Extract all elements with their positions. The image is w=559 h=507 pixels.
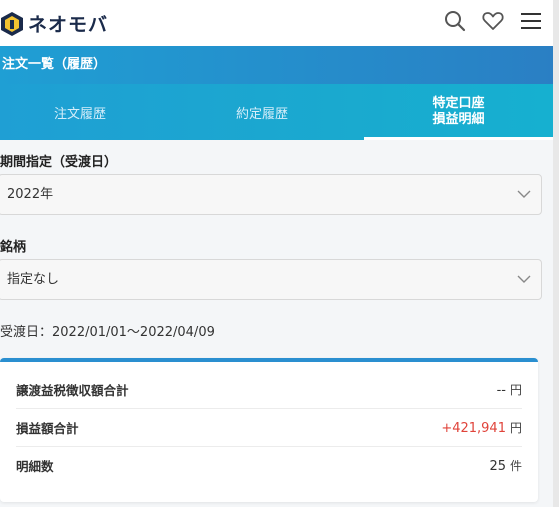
- tab-specific-account-pl[interactable]: 特定口座 損益明細: [364, 84, 553, 140]
- tab-label: 注文履歴: [53, 106, 106, 122]
- chevron-down-icon: [517, 190, 531, 198]
- period-value: 2022年: [7, 187, 54, 202]
- tab-order-history[interactable]: 注文履歴: [0, 84, 160, 140]
- top-bar: ネオモバ: [0, 0, 553, 47]
- tab-label-line2: 損益明細: [432, 112, 485, 127]
- chevron-down-icon: [517, 275, 531, 283]
- menu-icon[interactable]: [519, 9, 543, 33]
- summary-row-pl: 損益額合計 +421,941 円: [16, 408, 522, 447]
- summary-value: --: [496, 382, 506, 398]
- summary-label: 譲渡益税徴収額合計: [16, 382, 129, 398]
- summary-label: 損益額合計: [16, 420, 79, 436]
- tab-execution-history[interactable]: 約定履歴: [160, 84, 364, 140]
- search-icon[interactable]: [443, 9, 467, 33]
- tab-label: 約定履歴: [235, 106, 288, 122]
- logo-text: ネオモバ: [28, 14, 109, 36]
- period-label: 期間指定（受渡日）: [0, 155, 118, 170]
- summary-card: 譲渡益税徴収額合計 -- 円 損益額合計 +421,941 円 明細数 25 件: [0, 358, 538, 502]
- summary-unit: 円: [509, 382, 522, 397]
- summary-value: 25: [489, 458, 506, 474]
- period-select[interactable]: 2022年: [0, 174, 542, 215]
- date-range-text: 受渡日：2022/01/01〜2022/04/09: [0, 325, 215, 340]
- summary-unit: 件: [509, 458, 522, 473]
- summary-row-count: 明細数 25 件: [16, 446, 522, 484]
- summary-row-tax: 譲渡益税徴収額合計 -- 円: [16, 370, 522, 409]
- scrollbar[interactable]: [553, 0, 559, 507]
- summary-unit: 円: [509, 420, 522, 435]
- issue-select[interactable]: 指定なし: [0, 259, 542, 300]
- issue-label: 銘柄: [0, 240, 27, 255]
- issue-value: 指定なし: [7, 272, 60, 287]
- tab-bar: 注文履歴 約定履歴 特定口座 損益明細: [0, 84, 553, 140]
- page-title: 注文一覧（履歴）: [0, 46, 553, 84]
- logo-mark-icon: [1, 11, 23, 36]
- logo[interactable]: ネオモバ: [0, 10, 108, 37]
- heart-icon[interactable]: [481, 9, 505, 33]
- tab-label-line1: 特定口座: [432, 96, 485, 111]
- summary-label: 明細数: [16, 458, 54, 474]
- summary-value: +421,941: [441, 420, 506, 436]
